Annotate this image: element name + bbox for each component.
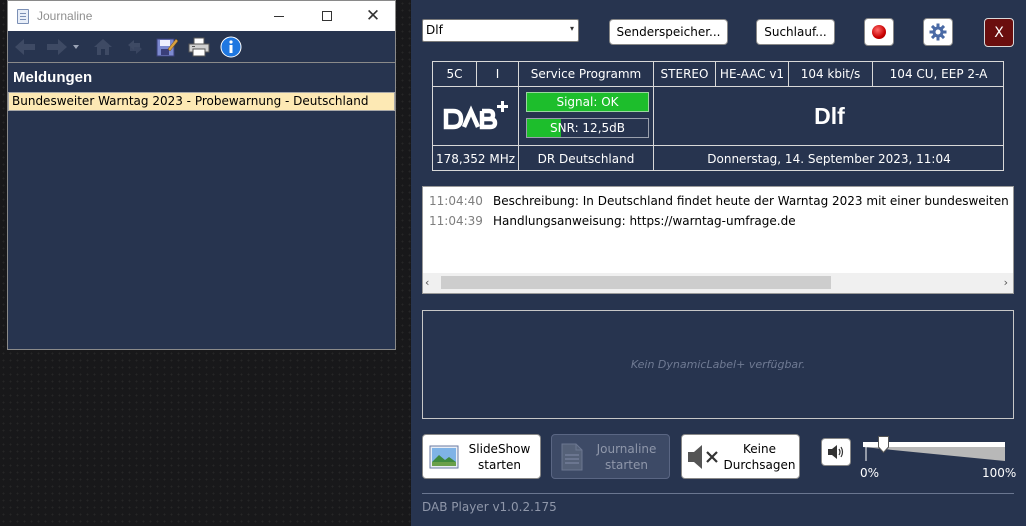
list-item[interactable]: Bundesweiter Warntag 2023 - Probewarnung… — [8, 92, 395, 111]
speaker-icon — [828, 445, 844, 459]
journaline-button[interactable]: Journaline starten — [551, 434, 670, 479]
service-type-cell: Service Programm — [519, 62, 654, 87]
refresh-icon[interactable] — [122, 34, 148, 60]
frequency-cell: 178,352 MHz — [433, 146, 519, 171]
picture-icon — [429, 445, 459, 468]
edit-save-icon[interactable] — [154, 34, 180, 60]
station-select-value: Dlf — [426, 23, 443, 37]
station-select[interactable]: Dlf ▾ — [422, 19, 579, 42]
scroll-left-icon[interactable]: ‹ — [425, 276, 429, 289]
slideshow-label-line1: SlideShow — [468, 441, 531, 456]
record-button[interactable] — [864, 18, 894, 46]
datetime-cell: Donnerstag, 14. September 2023, 11:04 — [707, 151, 951, 166]
dab-player-window: Dlf ▾ Senderspeicher... Suchlauf... X 5C… — [411, 0, 1026, 526]
version-label: DAB Player v1.0.2.175 — [422, 500, 557, 514]
document-icon — [17, 8, 29, 24]
scroll-right-icon[interactable]: › — [1004, 276, 1008, 289]
pty-cell: I — [477, 62, 519, 87]
horizontal-scrollbar[interactable]: ‹ › — [423, 273, 1013, 293]
close-button[interactable]: ✕ — [350, 1, 396, 31]
log-list[interactable]: 11:04:40 Beschreibung: In Deutschland fi… — [422, 186, 1014, 294]
document-icon — [561, 443, 583, 470]
chevron-down-icon: ▾ — [569, 24, 574, 33]
volume-min-label: 0% — [860, 466, 880, 480]
ensemble-cell: DR Deutschland — [519, 146, 654, 171]
minimize-icon — [274, 15, 284, 17]
log-message: Beschreibung: In Deutschland findet heut… — [493, 194, 1014, 208]
back-icon[interactable] — [12, 34, 38, 60]
print-icon[interactable] — [186, 34, 212, 60]
dynamic-label-panel: Kein DynamicLabel+ verfügbar. — [422, 310, 1014, 419]
journaline-label-line1: Journaline — [596, 441, 657, 456]
signal-indicator: Signal: OK — [526, 92, 649, 112]
record-icon — [872, 25, 886, 39]
gear-icon — [929, 23, 947, 41]
dropdown-arrow-icon[interactable] — [70, 34, 82, 60]
dab-logo-cell — [433, 87, 519, 146]
channel-cell: 5C — [433, 62, 477, 87]
snr-label: SNR: 12,5dB — [550, 121, 625, 135]
maximize-icon — [322, 11, 332, 21]
volume-max-label: 100% — [982, 466, 1017, 480]
slideshow-button[interactable]: SlideShow starten — [422, 434, 541, 479]
speaker-muted-icon — [688, 444, 718, 469]
log-message: Handlungsanweisung: https://warntag-umfr… — [493, 214, 796, 228]
durchsagen-label: Keine Durchsagen — [720, 441, 799, 473]
maximize-button[interactable] — [304, 1, 350, 31]
volume-slider-thumb[interactable] — [877, 436, 889, 453]
settings-button[interactable] — [923, 18, 953, 46]
station-name: Dlf — [814, 102, 845, 129]
minimize-button[interactable] — [256, 1, 302, 31]
scrollbar-thumb[interactable] — [441, 276, 831, 289]
snr-indicator: SNR: 12,5dB — [526, 118, 649, 138]
audio-mode-cell: STEREO — [654, 62, 716, 87]
log-row[interactable]: 11:04:39 Handlungsanweisung: https://war… — [423, 214, 796, 232]
dab-plus-logo-icon — [443, 101, 508, 130]
mute-button[interactable] — [821, 438, 851, 466]
journaline-window: Journaline ✕ Meldungen Bundesweiter Warn… — [7, 0, 396, 350]
durchsagen-label-line2: Durchsagen — [723, 457, 796, 472]
footer-divider — [422, 493, 1014, 494]
log-row[interactable]: 11:04:40 Beschreibung: In Deutschland fi… — [423, 194, 1014, 212]
protection-cell: 104 CU, EEP 2-A — [873, 62, 1004, 87]
codec-cell: HE-AAC v1 — [716, 62, 789, 87]
slideshow-label-line2: starten — [478, 457, 521, 472]
log-time: 11:04:39 — [429, 214, 483, 228]
durchsagen-button[interactable]: Keine Durchsagen — [681, 434, 800, 479]
close-player-button[interactable]: X — [984, 18, 1014, 47]
senderspeicher-button[interactable]: Senderspeicher... — [609, 19, 728, 45]
forward-icon[interactable] — [44, 34, 70, 60]
log-time: 11:04:40 — [429, 194, 483, 208]
service-info-table: 5C I Service Programm STEREO HE-AAC v1 1… — [432, 61, 1004, 171]
info-icon[interactable] — [218, 34, 244, 60]
home-icon[interactable] — [90, 34, 116, 60]
journaline-toolbar — [8, 31, 395, 62]
slideshow-label: SlideShow starten — [459, 441, 540, 473]
durchsagen-label-line1: Keine — [743, 441, 776, 456]
journaline-label: Journaline starten — [584, 441, 669, 473]
dynamic-label-placeholder: Kein DynamicLabel+ verfügbar. — [630, 358, 806, 371]
suchlauf-button[interactable]: Suchlauf... — [756, 19, 835, 45]
bitrate-cell: 104 kbit/s — [789, 62, 873, 87]
journaline-label-line2: starten — [605, 457, 648, 472]
journaline-title: Journaline — [37, 9, 93, 23]
meldungen-heading: Meldungen — [13, 69, 93, 86]
journaline-titlebar[interactable]: Journaline ✕ — [8, 1, 395, 31]
